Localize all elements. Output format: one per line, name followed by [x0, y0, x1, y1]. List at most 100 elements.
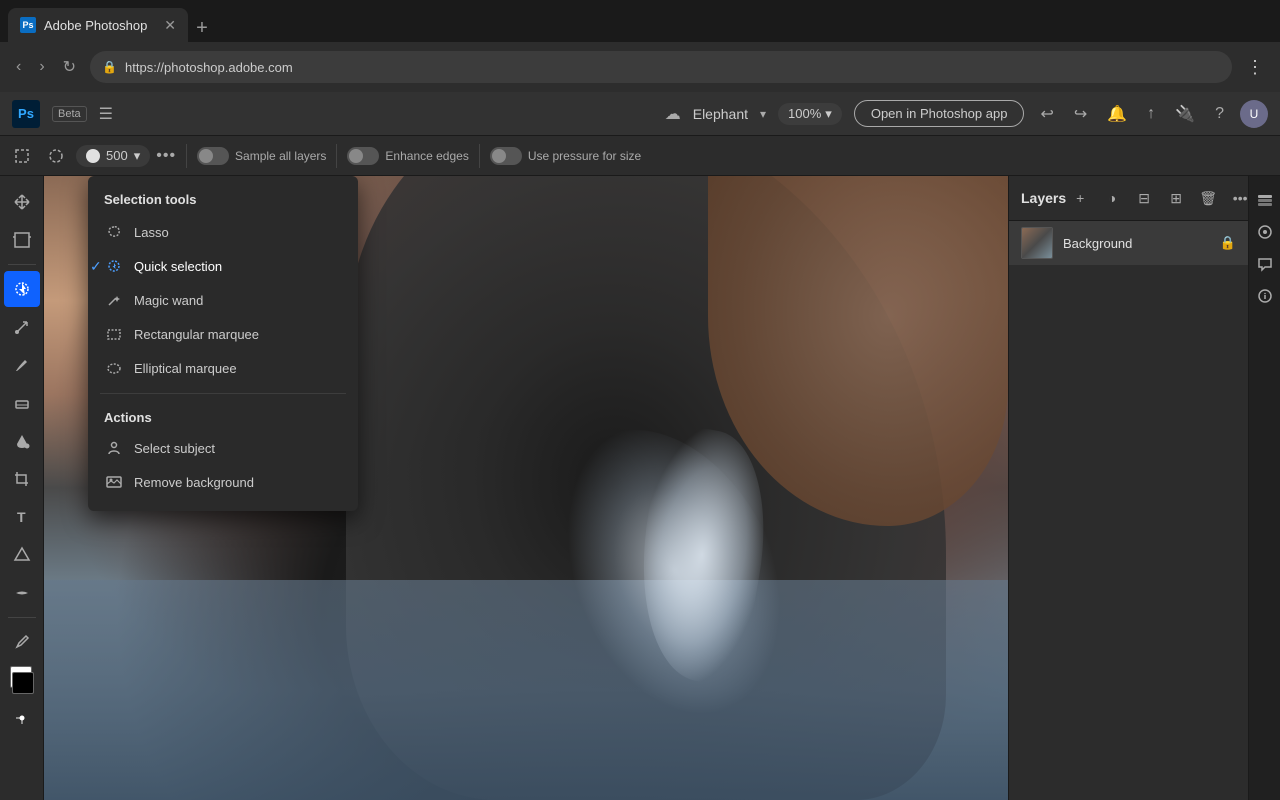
undo-button[interactable]: ↩: [1036, 100, 1057, 128]
tab-title: Adobe Photoshop: [44, 18, 147, 33]
layer-thumb-preview: [1022, 228, 1052, 258]
menu-item-remove-background[interactable]: Remove background: [88, 465, 358, 499]
svg-text:T: T: [17, 509, 26, 525]
toolbar-divider-1: [186, 144, 187, 168]
menu-item-rectangular-marquee-label: Rectangular marquee: [134, 327, 259, 342]
browser-menu-icon[interactable]: ⋮: [1242, 53, 1268, 82]
browser-chrome: Ps Adobe Photoshop ✕ + ‹ › ↻ 🔒 https://p…: [0, 0, 1280, 92]
chat-icon-btn[interactable]: [1251, 250, 1279, 278]
zoom-level: 100%: [788, 106, 821, 121]
lock-icon: 🔒: [102, 60, 117, 74]
layer-lock-icon: 🔒: [1220, 235, 1236, 251]
pen-tool[interactable]: [4, 309, 40, 345]
fill-tool[interactable]: [4, 423, 40, 459]
brush-size-control[interactable]: 500 ▾: [76, 145, 150, 167]
use-pressure-toggle[interactable]: [490, 147, 522, 165]
toolbar-divider-2: [336, 144, 337, 168]
use-pressure-label: Use pressure for size: [528, 149, 641, 163]
menu-item-lasso-label: Lasso: [134, 225, 169, 240]
url-text: https://photoshop.adobe.com: [125, 60, 293, 75]
mask-button[interactable]: ⊟: [1130, 184, 1158, 212]
zoom-control[interactable]: 100% ▾: [778, 103, 842, 125]
add-layer-button[interactable]: +: [1066, 184, 1094, 212]
enhance-edges-toggle-group: Enhance edges: [347, 147, 468, 165]
layer-item-background[interactable]: Background 🔒: [1009, 221, 1248, 265]
artboard-tool[interactable]: [4, 222, 40, 258]
elliptical-marquee-tool-btn[interactable]: [42, 144, 70, 168]
share-button[interactable]: ↑: [1143, 101, 1159, 127]
sample-all-layers-label: Sample all layers: [235, 149, 326, 163]
use-pressure-toggle-group: Use pressure for size: [490, 147, 641, 165]
menu-icon-rect-marquee: [104, 324, 124, 344]
sample-all-layers-toggle[interactable]: [197, 147, 229, 165]
image-icon: [104, 472, 124, 492]
color-swatch[interactable]: [4, 662, 40, 698]
menu-item-select-subject[interactable]: Select subject: [88, 431, 358, 465]
selection-tool[interactable]: [4, 271, 40, 307]
layers-icon-btn[interactable]: [1251, 186, 1279, 214]
menu-item-rectangular-marquee[interactable]: Rectangular marquee: [88, 317, 358, 351]
tab-ps-icon: Ps: [20, 17, 36, 33]
new-tab-button[interactable]: +: [188, 14, 216, 42]
move-tool[interactable]: [4, 184, 40, 220]
file-name[interactable]: Elephant: [693, 106, 748, 122]
menu-item-quick-selection[interactable]: ✓ Quick selection: [88, 249, 358, 283]
eraser-tool[interactable]: [4, 385, 40, 421]
menu-item-magic-wand-label: Magic wand: [134, 293, 203, 308]
more-options-button[interactable]: •••: [156, 147, 176, 165]
tab-close-icon[interactable]: ✕: [164, 17, 176, 34]
menu-item-magic-wand[interactable]: Magic wand: [88, 283, 358, 317]
enhance-edges-label: Enhance edges: [385, 149, 468, 163]
address-bar: ‹ › ↻ 🔒 https://photoshop.adobe.com ⋮: [0, 42, 1280, 92]
shape-tool[interactable]: [4, 537, 40, 573]
toolbar-divider-3: [479, 144, 480, 168]
layer-thumbnail: [1021, 227, 1053, 259]
notifications-button[interactable]: 🔔: [1103, 100, 1131, 128]
back-button[interactable]: ‹: [12, 54, 25, 80]
help-button[interactable]: ?: [1211, 101, 1228, 127]
menu-item-elliptical-marquee-label: Elliptical marquee: [134, 361, 237, 376]
info-icon-btn[interactable]: [1251, 282, 1279, 310]
rectangular-marquee-tool-btn[interactable]: [8, 144, 36, 168]
menu-item-elliptical-marquee[interactable]: Elliptical marquee: [88, 351, 358, 385]
actions-section-title: Actions: [88, 402, 358, 431]
adjustment-layer-button[interactable]: ◑: [1098, 184, 1126, 212]
adjust-tool[interactable]: [4, 700, 40, 736]
menu-icon-lasso: [104, 222, 124, 242]
eyedropper-tool[interactable]: [4, 624, 40, 660]
delete-layer-button[interactable]: 🗑: [1194, 184, 1222, 212]
user-avatar[interactable]: U: [1240, 100, 1268, 128]
enhance-edges-toggle[interactable]: [347, 147, 379, 165]
background-color: [12, 672, 34, 694]
sample-all-layers-toggle-group: Sample all layers: [197, 147, 326, 165]
group-layer-button[interactable]: ⊞: [1162, 184, 1190, 212]
brush-tool[interactable]: [4, 347, 40, 383]
properties-icon-btn[interactable]: [1251, 218, 1279, 246]
person-icon: [104, 438, 124, 458]
brush-size-dropdown-icon: ▾: [134, 148, 141, 164]
menu-item-lasso[interactable]: Lasso: [88, 215, 358, 249]
smudge-tool[interactable]: [4, 575, 40, 611]
refresh-button[interactable]: ↻: [59, 53, 80, 81]
panel-header-icons: + ◑ ⊟ ⊞ 🗑 •••: [1066, 184, 1254, 212]
forward-button[interactable]: ›: [35, 54, 48, 80]
file-dropdown-icon[interactable]: ▾: [760, 107, 766, 121]
layers-panel-header: Layers + ◑ ⊟ ⊞ 🗑 •••: [1009, 176, 1248, 221]
active-tab[interactable]: Ps Adobe Photoshop ✕: [8, 8, 188, 42]
type-tool[interactable]: T: [4, 499, 40, 535]
open-in-photoshop-button[interactable]: Open in Photoshop app: [854, 100, 1025, 127]
hamburger-menu-button[interactable]: ☰: [99, 104, 113, 124]
app-header: Ps Beta ☰ ☁ Elephant ▾ 100% ▾ Open in Ph…: [0, 92, 1280, 136]
options-toolbar: 500 ▾ ••• Sample all layers Enhance edge…: [0, 136, 1280, 176]
plugin-button[interactable]: 🔌: [1171, 100, 1199, 128]
layer-name: Background: [1063, 236, 1210, 251]
ps-logo: Ps: [12, 100, 40, 128]
brush-preview: [86, 149, 100, 163]
tab-bar: Ps Adobe Photoshop ✕ +: [0, 0, 1280, 42]
redo-button[interactable]: ↪: [1070, 100, 1091, 128]
crop-tool[interactable]: [4, 461, 40, 497]
selection-tools-dropdown[interactable]: Selection tools Lasso ✓ Quick selection: [88, 176, 358, 511]
canvas-area: Selection tools Lasso ✓ Quick selection: [44, 176, 1008, 800]
menu-item-remove-background-label: Remove background: [134, 475, 254, 490]
url-input[interactable]: 🔒 https://photoshop.adobe.com: [90, 51, 1232, 83]
